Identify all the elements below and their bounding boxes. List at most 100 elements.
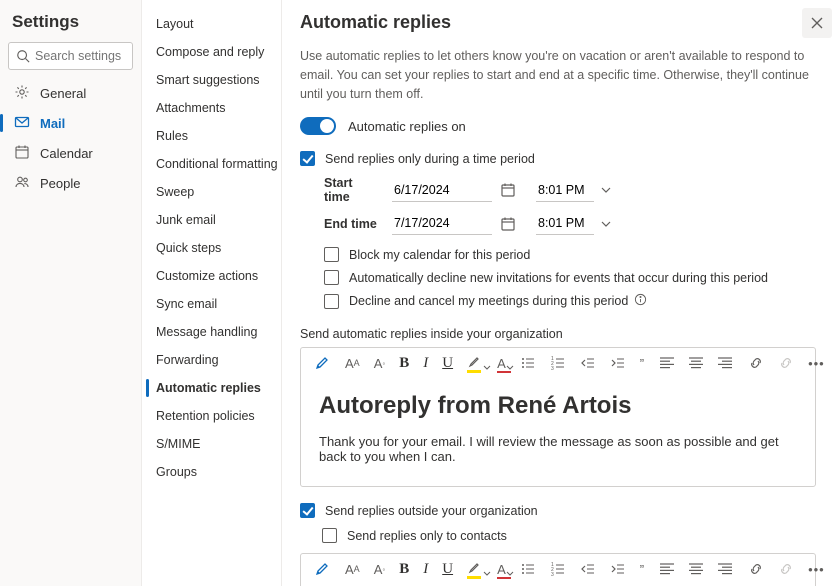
chevron-down-icon[interactable] [600, 218, 612, 230]
sub-option-checkbox-2[interactable] [324, 294, 339, 309]
unlink-icon[interactable] [778, 560, 794, 578]
end-time-label: End time [324, 217, 380, 231]
section-item-s-mime[interactable]: S/MIME [146, 430, 277, 458]
bullet-list-icon[interactable] [520, 354, 536, 372]
outside-org-editor: AAA◦BIUA123”••• Autoreply from René Arto… [300, 553, 816, 586]
sidebar-item-calendar[interactable]: Calendar [8, 138, 133, 168]
close-icon [810, 16, 824, 30]
svg-text:3: 3 [551, 366, 554, 371]
align-right-icon[interactable] [718, 354, 734, 372]
align-right-icon[interactable] [718, 560, 734, 578]
font-color-icon[interactable]: A [497, 560, 506, 578]
outside-org-label: Send replies outside your organization [325, 504, 538, 518]
font-case-icon[interactable]: AA [345, 560, 360, 578]
align-center-icon[interactable] [688, 354, 704, 372]
outside-org-checkbox[interactable] [300, 503, 315, 518]
highlighter-icon[interactable] [315, 354, 331, 372]
section-item-sweep[interactable]: Sweep [146, 178, 277, 206]
start-date-input[interactable] [392, 179, 492, 202]
number-list-icon[interactable]: 123 [550, 354, 566, 372]
editor-body[interactable]: Autoreply from René Artois Thank you for… [301, 378, 815, 486]
sidebar-item-label: Calendar [40, 146, 93, 161]
more-icon[interactable]: ••• [808, 560, 825, 578]
chevron-down-icon[interactable] [600, 184, 612, 196]
align-left-icon[interactable] [658, 354, 674, 372]
end-time-input[interactable] [536, 212, 594, 235]
contacts-only-checkbox[interactable] [322, 528, 337, 543]
section-item-layout[interactable]: Layout [146, 10, 277, 38]
align-left-icon[interactable] [658, 560, 674, 578]
unlink-icon[interactable] [778, 354, 794, 372]
auto-replies-toggle[interactable] [300, 117, 336, 135]
section-item-rules[interactable]: Rules [146, 122, 277, 150]
outdent-icon[interactable] [580, 560, 596, 578]
outdent-icon[interactable] [580, 354, 596, 372]
font-case-icon[interactable]: AA [345, 354, 360, 372]
quote-icon[interactable]: ” [640, 354, 644, 372]
sub-option-label: Automatically decline new invitations fo… [349, 271, 768, 285]
close-button[interactable] [802, 8, 832, 38]
page-title: Automatic replies [300, 12, 816, 33]
more-icon[interactable]: ••• [808, 354, 825, 372]
section-item-retention-policies[interactable]: Retention policies [146, 402, 277, 430]
bold-icon[interactable]: B [399, 560, 409, 578]
sidebar-item-label: General [40, 86, 86, 101]
underline-icon[interactable]: U [442, 560, 453, 578]
section-item-junk-email[interactable]: Junk email [146, 206, 277, 234]
font-size-icon[interactable]: A◦ [374, 354, 386, 372]
underline-icon[interactable]: U [442, 354, 453, 372]
section-item-compose-and-reply[interactable]: Compose and reply [146, 38, 277, 66]
calendar-icon[interactable] [500, 216, 516, 232]
highlight-color-icon[interactable] [467, 354, 483, 372]
inside-org-editor: AAA◦BIUA123”••• Autoreply from René Arto… [300, 347, 816, 487]
link-icon[interactable] [748, 354, 764, 372]
section-item-smart-suggestions[interactable]: Smart suggestions [146, 66, 277, 94]
bold-icon[interactable]: B [399, 354, 409, 372]
start-time-label: Start time [324, 176, 380, 204]
section-item-groups[interactable]: Groups [146, 458, 277, 486]
sidebar-item-label: Mail [40, 116, 65, 131]
search-container [8, 42, 133, 70]
editor-heading[interactable]: Autoreply from René Artois [319, 392, 797, 420]
highlighter-icon[interactable] [315, 560, 331, 578]
info-icon[interactable] [634, 293, 647, 309]
auto-replies-toggle-label: Automatic replies on [348, 119, 466, 134]
editor-paragraph[interactable]: Thank you for your email. I will review … [319, 434, 797, 464]
sub-option-checkbox-0[interactable] [324, 247, 339, 262]
end-date-input[interactable] [392, 212, 492, 235]
mail-icon [14, 114, 40, 133]
font-color-icon[interactable]: A [497, 354, 506, 372]
time-period-checkbox[interactable] [300, 151, 315, 166]
settings-sidebar: Settings GeneralMailCalendarPeople [0, 0, 142, 586]
sub-option-label: Decline and cancel my meetings during th… [349, 294, 628, 308]
section-item-quick-steps[interactable]: Quick steps [146, 234, 277, 262]
sidebar-item-general[interactable]: General [8, 78, 133, 108]
section-item-automatic-replies[interactable]: Automatic replies [146, 374, 277, 402]
align-center-icon[interactable] [688, 560, 704, 578]
quote-icon[interactable]: ” [640, 560, 644, 578]
highlight-color-icon[interactable] [467, 560, 483, 578]
link-icon[interactable] [748, 560, 764, 578]
svg-text:3: 3 [551, 572, 554, 577]
indent-icon[interactable] [610, 560, 626, 578]
italic-icon[interactable]: I [423, 560, 428, 578]
sidebar-item-mail[interactable]: Mail [8, 108, 133, 138]
section-sidebar: LayoutCompose and replySmart suggestions… [142, 0, 282, 586]
calendar-icon [14, 144, 40, 163]
section-item-forwarding[interactable]: Forwarding [146, 346, 277, 374]
start-time-input[interactable] [536, 179, 594, 202]
sidebar-item-people[interactable]: People [8, 168, 133, 198]
indent-icon[interactable] [610, 354, 626, 372]
bullet-list-icon[interactable] [520, 560, 536, 578]
sub-option-checkbox-1[interactable] [324, 270, 339, 285]
section-item-attachments[interactable]: Attachments [146, 94, 277, 122]
section-item-conditional-formatting[interactable]: Conditional formatting [146, 150, 277, 178]
editor-toolbar: AAA◦BIUA123”••• [301, 348, 815, 378]
section-item-sync-email[interactable]: Sync email [146, 290, 277, 318]
calendar-icon[interactable] [500, 182, 516, 198]
font-size-icon[interactable]: A◦ [374, 560, 386, 578]
number-list-icon[interactable]: 123 [550, 560, 566, 578]
italic-icon[interactable]: I [423, 354, 428, 372]
section-item-message-handling[interactable]: Message handling [146, 318, 277, 346]
section-item-customize-actions[interactable]: Customize actions [146, 262, 277, 290]
